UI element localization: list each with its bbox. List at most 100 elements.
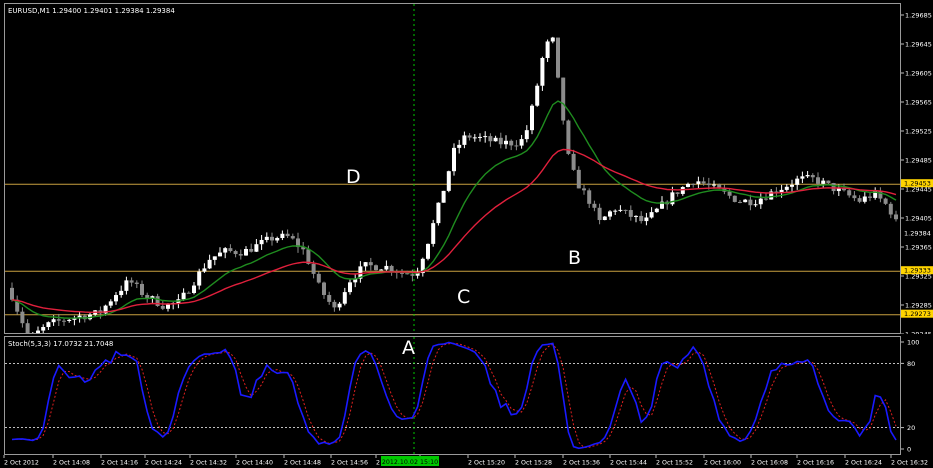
price-tick-label-4: 1.29525 (905, 128, 932, 136)
candle-body-155 (816, 177, 820, 184)
candle-body-24 (134, 282, 139, 284)
candle-body-10 (62, 320, 66, 322)
candle-body-150 (790, 184, 794, 187)
candle-body-134 (706, 183, 711, 186)
candle-body-129 (680, 187, 685, 194)
candle-body-120 (634, 215, 638, 217)
candle-body-46 (249, 248, 254, 252)
stochastic-panel[interactable]: Stoch(5,3,3) 17.0732 21.7048 (4, 336, 901, 455)
candle-body-0 (10, 287, 14, 300)
time-label-3: 2 Oct 14:24 (145, 460, 182, 467)
candle-body-11 (67, 319, 72, 322)
candle-body-115 (608, 211, 612, 217)
candle-body-29 (160, 305, 165, 309)
candle-body-108 (571, 153, 576, 170)
candle-body-68 (363, 262, 368, 267)
candle-body-3 (25, 323, 30, 334)
price-tick-label-10: 1.29285 (905, 302, 932, 310)
stoch-tick-label-3: 0 (907, 446, 911, 454)
candle-body-100 (530, 105, 534, 131)
candle-body-163 (857, 198, 862, 202)
candle-body-140 (738, 201, 742, 203)
candle-body-72 (384, 265, 389, 270)
time-label-13: 2 Oct 15:44 (610, 460, 647, 467)
candle-body-47 (254, 244, 259, 252)
candle-body-43 (233, 251, 238, 255)
price-tick-label-5: 1.29485 (905, 157, 932, 165)
candle-body-2 (20, 311, 25, 324)
candle-body-7 (46, 322, 51, 328)
candle-body-98 (519, 139, 524, 146)
candle-body-85 (452, 147, 456, 172)
candle-body-42 (228, 248, 233, 252)
candle-body-143 (753, 204, 758, 206)
annotation-label-d: D (346, 166, 361, 188)
stochastic-canvas[interactable] (5, 337, 900, 454)
candle-body-49 (264, 236, 269, 240)
candle-body-162 (852, 195, 857, 199)
price-tick-label-3: 1.29565 (905, 99, 932, 107)
price-chart-panel[interactable]: EURUSD,M1 1.29400 1.29401 1.29384 1.2938… (4, 3, 901, 338)
candle-body-39 (212, 256, 217, 260)
candle-body-82 (436, 202, 441, 224)
candle-body-35 (192, 285, 196, 294)
candle-body-156 (821, 180, 826, 184)
candle-body-139 (732, 195, 737, 202)
candle-body-145 (764, 198, 768, 200)
candle-body-124 (654, 208, 659, 213)
candle-body-103 (545, 41, 550, 59)
candle-body-141 (743, 199, 748, 203)
candle-body-113 (597, 207, 602, 221)
candle-body-51 (275, 238, 280, 241)
stoch-tick-label-1: 80 (907, 360, 915, 368)
stochastic-title: Stoch(5,3,3) 17.0732 21.7048 (8, 340, 114, 348)
candle-body-20 (114, 295, 118, 302)
candle-body-48 (259, 239, 264, 245)
candle-body-80 (426, 243, 430, 259)
candle-body-121 (639, 215, 644, 222)
price-axis: 1.29685 1.29645 1.29605 1.29565 1.29525 1.294… (901, 12, 933, 335)
candle-body-169 (888, 203, 893, 215)
candle-body-165 (868, 196, 872, 198)
candle-body-128 (675, 192, 680, 194)
candle-body-102 (540, 58, 545, 86)
price-tick-label-1: 1.29645 (905, 41, 932, 49)
candle-body-76 (405, 273, 410, 275)
price-tick-label-7: 1.29405 (905, 215, 932, 223)
candle-body-62 (332, 301, 337, 308)
candle-body-9 (56, 319, 61, 321)
candle-body-81 (431, 223, 436, 244)
level-price-tag-label-2: 1.29273 (904, 310, 931, 318)
candle-body-84 (446, 171, 451, 191)
candle-body-87 (462, 135, 467, 145)
time-label-11: 2 Oct 15:28 (515, 460, 552, 467)
candle-body-75 (400, 272, 404, 274)
price-tick-label-11: 1.29245 (905, 331, 932, 335)
candle-body-161 (847, 190, 852, 196)
candle-body-45 (244, 248, 248, 256)
candle-body-114 (602, 216, 607, 221)
symbol-info-header: EURUSD,M1 1.29400 1.29401 1.29384 1.2938… (8, 7, 175, 15)
candle-body-54 (290, 236, 295, 239)
candle-body-22 (124, 280, 129, 291)
time-label-1: 2 Oct 14:08 (53, 460, 90, 467)
candle-body-99 (524, 130, 529, 140)
candle-body-119 (628, 210, 633, 217)
candle-body-117 (618, 209, 623, 211)
candle-body-69 (368, 262, 373, 266)
candle-body-36 (197, 271, 202, 286)
current-price-label: 1.29384 (904, 230, 931, 238)
stochastic-axis: 100 80 20 0 (901, 339, 919, 454)
time-label-17: 2 Oct 16:16 (797, 460, 834, 467)
candle-body-116 (613, 210, 618, 212)
candle-body-94 (498, 137, 503, 145)
candle-body-26 (145, 294, 150, 299)
candle-body-144 (758, 198, 763, 205)
time-label-2: 2 Oct 14:16 (101, 460, 138, 467)
candle-body-53 (285, 233, 290, 237)
level-price-tag-label-0: 1.29453 (904, 180, 931, 188)
price-chart-canvas[interactable] (5, 4, 900, 338)
candle-body-65 (348, 282, 352, 293)
candle-body-38 (207, 259, 212, 269)
candle-body-135 (712, 184, 716, 186)
